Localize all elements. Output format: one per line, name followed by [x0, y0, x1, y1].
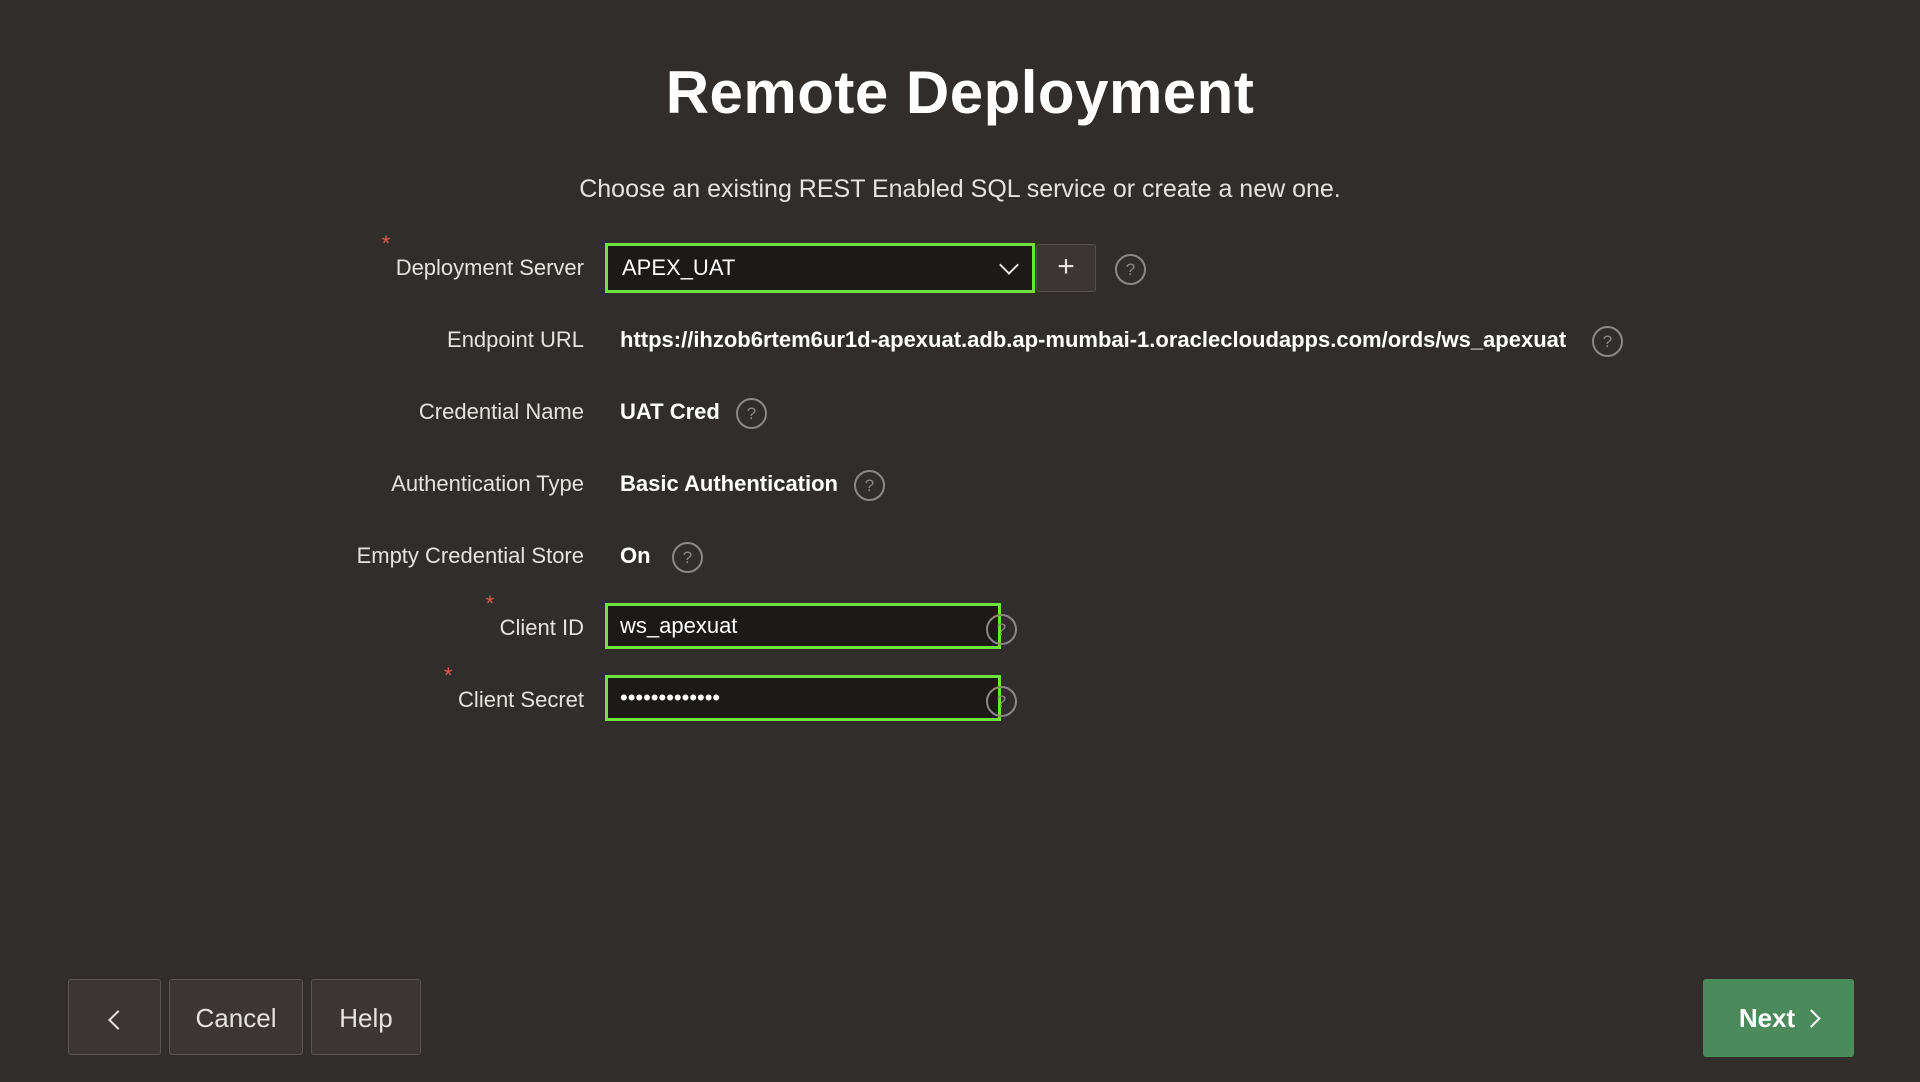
empty-credential-store-label: Empty Credential Store [356, 543, 584, 568]
deployment-server-select[interactable]: APEX_UAT [605, 243, 1035, 293]
next-button-label: Next [1738, 1003, 1796, 1033]
chevron-left-icon [107, 1010, 128, 1030]
required-marker: * [381, 231, 391, 256]
authentication-type-row: Authentication Type Basic Authentication… [0, 459, 1920, 509]
credential-name-value: UAT Cred [620, 399, 720, 424]
remote-deployment-page: Remote Deployment Choose an existing RES… [0, 0, 1920, 1082]
required-marker: * [444, 663, 453, 688]
client-secret-row: * Client Secret ? [0, 665, 1920, 725]
client-id-label-text: Client ID [499, 615, 584, 640]
empty-credential-store-value: On [620, 543, 651, 568]
page-title: Remote Deployment [665, 59, 1255, 126]
question-circle-icon[interactable]: ? [1592, 326, 1623, 357]
endpoint-url-row: Endpoint URL https://ihzob6rtem6ur1d-ape… [0, 315, 1920, 365]
empty-credential-store-row: Empty Credential Store On ? [0, 531, 1920, 581]
add-server-button[interactable]: + [1036, 244, 1096, 292]
question-circle-icon[interactable]: ? [672, 542, 703, 573]
deployment-server-value: APEX_UAT [622, 255, 736, 280]
authentication-type-value: Basic Authentication [620, 471, 838, 496]
client-secret-input[interactable] [605, 675, 1001, 721]
credential-name-row: Credential Name UAT Cred ? [0, 387, 1920, 437]
credential-name-label: Credential Name [418, 399, 584, 424]
authentication-type-label: Authentication Type [391, 471, 584, 496]
client-id-row: * Client ID ? [0, 593, 1920, 653]
client-id-input[interactable] [605, 603, 1001, 649]
cancel-button[interactable]: Cancel [169, 979, 303, 1055]
question-circle-icon[interactable]: ? [986, 614, 1017, 645]
deployment-server-row: * Deployment Server APEX_UAT + ? [0, 233, 1920, 293]
deployment-server-label: * Deployment Server [382, 233, 584, 293]
question-circle-icon[interactable]: ? [1115, 254, 1146, 285]
help-button[interactable]: Help [311, 979, 421, 1055]
next-button[interactable]: Next [1703, 979, 1854, 1057]
client-id-label: * Client ID [486, 593, 584, 653]
chevron-down-icon [999, 255, 1019, 275]
question-circle-icon[interactable]: ? [736, 398, 767, 429]
endpoint-url-value: https://ihzob6rtem6ur1d-apexuat.adb.ap-m… [620, 327, 1567, 352]
endpoint-url-label: Endpoint URL [447, 327, 584, 352]
client-secret-label-text: Client Secret [458, 687, 584, 712]
page-subtitle: Choose an existing REST Enabled SQL serv… [579, 175, 1341, 203]
question-circle-icon[interactable]: ? [854, 470, 885, 501]
chevron-right-icon [1802, 1009, 1821, 1028]
question-circle-icon[interactable]: ? [986, 686, 1017, 717]
back-button[interactable] [68, 979, 161, 1055]
deployment-server-label-text: Deployment Server [395, 255, 584, 280]
client-secret-label: * Client Secret [444, 665, 584, 725]
required-marker: * [485, 591, 495, 616]
